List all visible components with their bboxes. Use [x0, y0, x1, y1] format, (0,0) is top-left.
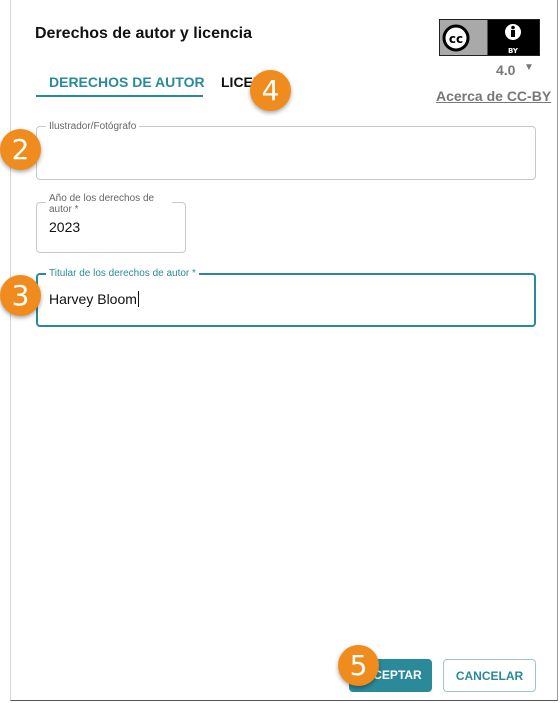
callout-marker-5: 5 — [338, 645, 379, 686]
by-text: BY — [508, 47, 519, 55]
about-cc-by-link[interactable]: Acerca de CC-BY — [436, 88, 551, 104]
copyright-holder-value[interactable]: Harvey Bloom — [49, 291, 139, 307]
illustrator-field[interactable] — [36, 126, 536, 180]
chevron-down-icon[interactable]: ▼ — [524, 62, 534, 73]
year-label: Año de los derechos de autor * — [46, 193, 172, 215]
dialog-title: Derechos de autor y licencia — [35, 25, 252, 42]
illustrator-label: Ilustrador/Fotógrafo — [46, 121, 140, 132]
callout-marker-3: 3 — [0, 275, 41, 316]
active-tab-indicator — [36, 95, 203, 97]
version-select[interactable]: 4.0 — [496, 62, 515, 78]
copyright-holder-label: Titular de los derechos de autor * — [46, 268, 199, 279]
callout-marker-2: 2 — [0, 129, 41, 170]
tab-copyright[interactable]: DERECHOS DE AUTOR — [49, 74, 205, 90]
text-cursor — [137, 291, 139, 307]
year-value[interactable]: 2023 — [49, 219, 80, 235]
cancel-button[interactable]: CANCELAR — [443, 659, 536, 692]
callout-marker-4: 4 — [250, 70, 291, 111]
cc-by-badge: cc BY — [439, 19, 540, 56]
cc-by-icon: cc BY — [442, 22, 523, 55]
svg-text:cc: cc — [449, 32, 463, 46]
